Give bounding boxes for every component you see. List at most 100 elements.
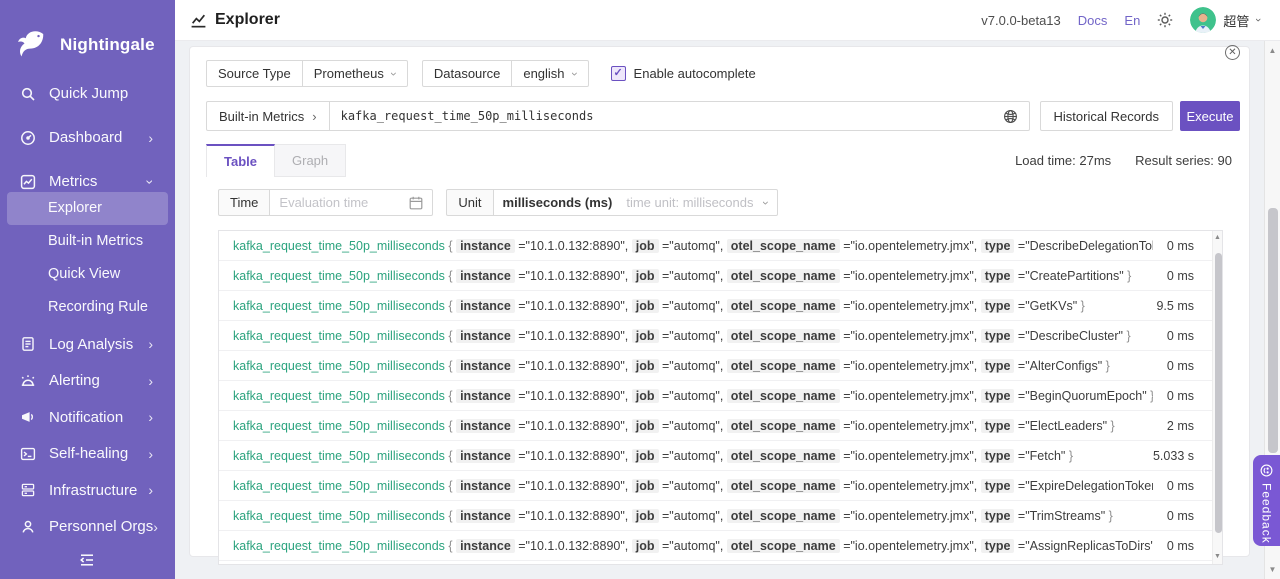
main-scrollbar-thumb[interactable]: [1268, 208, 1278, 453]
checkbox-checked-icon[interactable]: ✓: [610, 66, 626, 81]
label-key: otel_scope_name: [726, 238, 840, 253]
table-row: kafka_request_time_50p_milliseconds { in…: [219, 291, 1222, 321]
label-key: type: [980, 358, 1015, 373]
built-in-metrics-button[interactable]: Built-in Metrics ›: [207, 102, 330, 130]
user-menu[interactable]: 超管 ›: [1190, 7, 1264, 33]
label-key: job: [631, 388, 659, 403]
execute-button[interactable]: Execute: [1180, 101, 1240, 131]
datasource-select[interactable]: english ›: [512, 60, 589, 87]
metric-name-link[interactable]: kafka_request_time_50p_milliseconds: [233, 539, 445, 553]
autocomplete-label: Enable autocomplete: [633, 66, 756, 81]
source-type-select[interactable]: Prometheus ›: [302, 60, 408, 87]
table-row: kafka_request_time_50p_milliseconds { in…: [219, 441, 1222, 471]
sidebar-item-self-healing[interactable]: Self-healing ›: [0, 437, 175, 470]
label-key: instance: [456, 478, 515, 493]
explorer-content: ✕ Source Type Prometheus › Datasource en…: [175, 41, 1264, 579]
table-scrollbar[interactable]: ▲ ▼: [1212, 231, 1222, 564]
datasource-label: Datasource: [421, 60, 513, 87]
label-key: otel_scope_name: [726, 358, 840, 373]
label-key: job: [631, 328, 659, 343]
evaluation-time-input[interactable]: [279, 195, 410, 210]
sidebar-item-quick-view[interactable]: Quick View: [7, 258, 168, 291]
globe-icon[interactable]: [999, 102, 1029, 130]
unit-select[interactable]: milliseconds (ms) time unit: millisecond…: [493, 189, 778, 216]
scroll-down-icon[interactable]: ▼: [1265, 562, 1280, 577]
sidebar-item-log-analysis[interactable]: Log Analysis ›: [0, 328, 175, 361]
chevron-right-icon: ›: [148, 129, 153, 146]
table-row: kafka_request_time_50p_milliseconds { in…: [219, 471, 1222, 501]
sidebar-item-recording-rule[interactable]: Recording Rule: [7, 291, 168, 324]
promql-input[interactable]: [329, 102, 999, 130]
chevron-right-icon: ›: [148, 372, 153, 389]
label-key: type: [980, 448, 1015, 463]
metric-name-link[interactable]: kafka_request_time_50p_milliseconds: [233, 269, 445, 283]
label-key: type: [980, 238, 1015, 253]
sidebar-collapse-icon[interactable]: [78, 552, 98, 568]
historical-records-button[interactable]: Historical Records: [1039, 101, 1173, 131]
sidebar-item-quick-jump[interactable]: Quick Jump: [0, 77, 175, 110]
logo-text: Nightingale: [60, 35, 155, 54]
sidebar-item-explorer[interactable]: Explorer: [7, 192, 168, 225]
tab-table[interactable]: Table: [206, 144, 275, 177]
metric-name-link[interactable]: kafka_request_time_50p_milliseconds: [233, 299, 445, 313]
metric-name-link[interactable]: kafka_request_time_50p_milliseconds: [233, 419, 445, 433]
metric-name-link[interactable]: kafka_request_time_50p_milliseconds: [233, 389, 445, 403]
sidebar-item-infrastructure[interactable]: Infrastructure ›: [0, 474, 175, 507]
search-icon: [20, 86, 36, 102]
close-panel-icon[interactable]: ✕: [1225, 45, 1240, 60]
metric-name-link[interactable]: kafka_request_time_50p_milliseconds: [233, 359, 445, 373]
series-value: 0 ms: [1166, 478, 1194, 493]
label-key: instance: [456, 268, 515, 283]
app-logo[interactable]: Nightingale: [0, 0, 175, 72]
datasource-controls: Source Type Prometheus › Datasource engl…: [206, 60, 1240, 87]
scroll-up-icon[interactable]: ▲: [1213, 232, 1222, 244]
metric-name-link[interactable]: kafka_request_time_50p_milliseconds: [233, 509, 445, 523]
series-value: 2 ms: [1166, 418, 1194, 433]
theme-sun-icon[interactable]: [1157, 12, 1173, 28]
topbar: Explorer v7.0.0-beta13 Docs En 超管 ›: [175, 0, 1280, 41]
sidebar-submenu: Explorer Built-in Metrics Quick View Record…: [0, 192, 175, 324]
label-key: type: [980, 478, 1015, 493]
series-value: 0 ms: [1166, 328, 1194, 343]
tab-graph[interactable]: Graph: [275, 144, 347, 177]
unit-label: Unit: [446, 189, 494, 216]
table-scrollbar-thumb[interactable]: [1214, 253, 1222, 533]
series-expression: kafka_request_time_50p_milliseconds { in…: [233, 298, 1085, 313]
metric-name-link[interactable]: kafka_request_time_50p_milliseconds: [233, 329, 445, 343]
app-window: Nightingale Quick Jump Dashboard › Metrics ›…: [0, 0, 1280, 579]
sidebar-item-built-in-metrics[interactable]: Built-in Metrics: [7, 225, 168, 258]
sidebar-item-dashboard[interactable]: Dashboard ›: [0, 121, 175, 154]
unit-group: Unit milliseconds (ms) time unit: millis…: [446, 189, 778, 216]
sidebar-item-alerting[interactable]: Alerting ›: [0, 364, 175, 397]
scroll-down-icon[interactable]: ▼: [1213, 551, 1222, 563]
chevron-down-icon: ›: [1252, 18, 1265, 22]
feedback-button[interactable]: Feedback: [1253, 455, 1280, 546]
label-key: instance: [456, 238, 515, 253]
metric-name-link[interactable]: kafka_request_time_50p_milliseconds: [233, 479, 445, 493]
person-icon: [20, 519, 36, 535]
result-series-label: Result series: 90: [1135, 153, 1232, 168]
table-row: kafka_request_time_50p_milliseconds { in…: [219, 231, 1222, 261]
metric-name-link[interactable]: kafka_request_time_50p_milliseconds: [233, 449, 445, 463]
autocomplete-toggle[interactable]: ✓ Enable autocomplete: [610, 66, 756, 81]
alert-icon: [20, 373, 36, 389]
chevron-right-icon: ›: [312, 108, 317, 124]
results-table-body: kafka_request_time_50p_milliseconds { in…: [219, 231, 1222, 561]
metric-name-link[interactable]: kafka_request_time_50p_milliseconds: [233, 239, 445, 253]
label-key: instance: [456, 358, 515, 373]
chevron-down-icon: ›: [142, 179, 159, 184]
table-tabpane: Time Unit: [206, 189, 1240, 565]
series-value: 0 ms: [1166, 538, 1194, 553]
docs-link[interactable]: Docs: [1078, 13, 1108, 28]
calendar-icon[interactable]: [409, 196, 423, 210]
sidebar-item-notification[interactable]: Notification ›: [0, 401, 175, 434]
username-label: 超管: [1223, 13, 1250, 29]
scroll-up-icon[interactable]: ▲: [1265, 43, 1280, 58]
series-value: 9.5 ms: [1156, 298, 1194, 313]
smiley-icon: [1260, 464, 1273, 477]
sidebar-item-personnel-orgs[interactable]: Personnel Orgs ›: [0, 510, 175, 543]
chevron-right-icon: ›: [148, 445, 153, 462]
time-group: Time: [218, 189, 434, 216]
label-key: instance: [456, 448, 515, 463]
language-switch[interactable]: En: [1124, 13, 1140, 28]
